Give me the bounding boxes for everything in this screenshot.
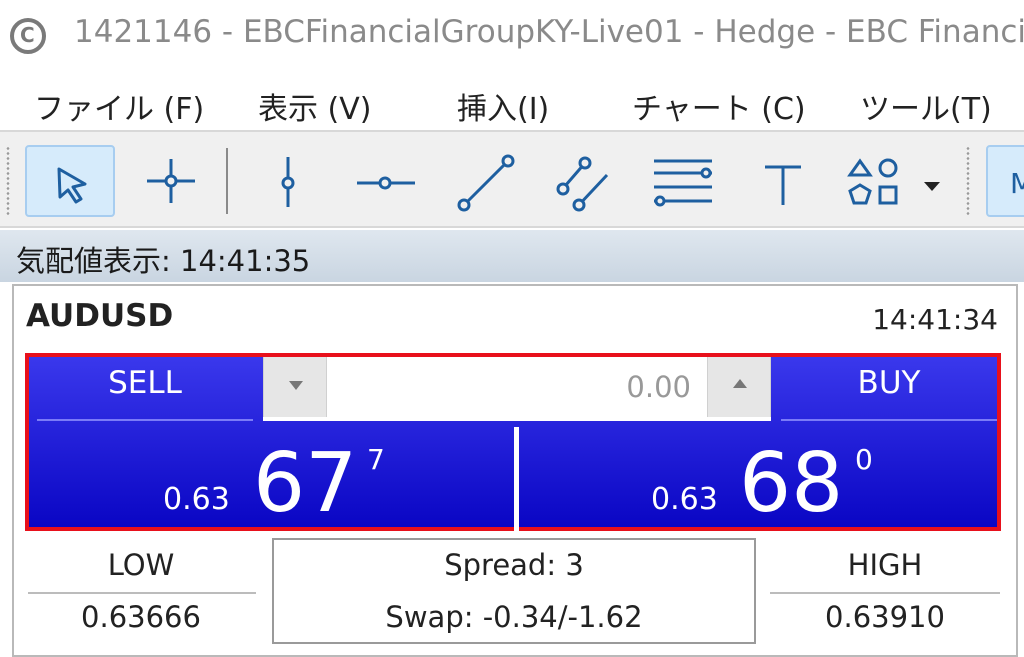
- menu-tools[interactable]: ツール(T): [860, 84, 992, 128]
- price-divider: [514, 427, 519, 531]
- crosshair-tool-button[interactable]: [127, 145, 217, 217]
- spread-box: Spread: 3 Swap: -0.34/-1.62: [272, 538, 756, 644]
- horizontal-line-icon: [357, 176, 415, 190]
- text-icon: [765, 165, 801, 205]
- volume-control: [263, 357, 771, 421]
- market-watch-header: 気配値表示: 14:41:35: [0, 230, 1024, 282]
- menu-view[interactable]: 表示 (V): [258, 84, 371, 128]
- channel-tool-button[interactable]: [541, 145, 631, 217]
- sell-label: SELL: [108, 365, 182, 401]
- sell-button[interactable]: SELL: [35, 357, 255, 421]
- menu-file[interactable]: ファイル (F): [34, 84, 204, 128]
- menu-chart[interactable]: チャート (C): [632, 84, 806, 128]
- trend-line-tool-button[interactable]: [442, 145, 532, 217]
- buy-price-fractional: 0: [855, 443, 873, 476]
- fibonacci-lines-icon: [654, 159, 712, 207]
- buy-price[interactable]: 0.63 68 0: [521, 427, 997, 527]
- extra-toolbar-label: M: [1010, 167, 1024, 200]
- menu-insert[interactable]: 挿入(I): [457, 84, 549, 128]
- buy-label: BUY: [857, 365, 921, 401]
- cursor-tool-button[interactable]: [25, 145, 115, 217]
- sell-price-fractional: 7: [367, 443, 385, 476]
- trend-line-icon: [457, 154, 515, 212]
- window-title: 1421146 - EBCFinancialGroupKY-Live01 - H…: [74, 14, 1024, 50]
- volume-decrease-button[interactable]: [263, 357, 327, 417]
- equidistant-channel-icon: [556, 156, 609, 212]
- buy-price-big: 68: [739, 436, 844, 531]
- toolbar-grip[interactable]: [6, 146, 10, 216]
- vertical-line-icon: [281, 157, 295, 207]
- swap-text: Swap: -0.34/-1.62: [385, 600, 643, 634]
- low-value: 0.63666: [81, 600, 201, 634]
- title-bar: 1421146 - EBCFinancialGroupKY-Live01 - H…: [0, 0, 1024, 78]
- sell-price[interactable]: 0.63 67 7: [35, 427, 515, 527]
- buy-underline: [781, 419, 997, 421]
- one-click-trading-panel: SELL BUY 0.63 67 7 0.63 68 0: [25, 353, 1001, 531]
- volume-increase-button[interactable]: [707, 357, 771, 417]
- app-logo-icon: [10, 18, 46, 54]
- quote-time: 14:41:34: [872, 303, 998, 336]
- high-value: 0.63910: [825, 600, 945, 634]
- toolbar-grip[interactable]: [966, 146, 970, 216]
- market-watch-time: 14:41:35: [180, 244, 311, 278]
- fibonacci-tool-button[interactable]: [640, 145, 730, 217]
- vertical-line-tool-button[interactable]: [244, 145, 334, 217]
- horizontal-line-tool-button[interactable]: [343, 145, 433, 217]
- chevron-down-icon: [289, 381, 303, 390]
- extra-toolbar-button[interactable]: M: [986, 145, 1024, 217]
- buy-price-prefix: 0.63: [651, 482, 718, 517]
- symbol-name: AUDUSD: [26, 298, 174, 334]
- low-label: LOW: [107, 548, 175, 582]
- cursor-arrow-icon: [57, 167, 87, 204]
- crosshair-icon: [147, 159, 195, 203]
- shapes-icon: [847, 158, 940, 205]
- market-watch-title: 気配値表示: 14:41:35: [16, 238, 310, 280]
- drawing-toolbar: M: [0, 130, 1024, 228]
- shapes-tool-button[interactable]: [838, 145, 948, 217]
- chevron-up-icon: [733, 379, 747, 388]
- sell-price-prefix: 0.63: [163, 482, 230, 517]
- text-tool-button[interactable]: [739, 145, 829, 217]
- market-watch-label: 気配値表示:: [16, 244, 171, 278]
- menu-bar: ファイル (F) 表示 (V) 挿入(I) チャート (C) ツール(T): [0, 78, 1024, 128]
- low-divider: [28, 592, 256, 594]
- buy-button[interactable]: BUY: [779, 357, 999, 421]
- high-divider: [770, 592, 1000, 594]
- toolbar-separator: [226, 148, 228, 214]
- high-label: HIGH: [847, 548, 923, 582]
- sell-underline: [37, 419, 253, 421]
- spread-text: Spread: 3: [444, 548, 584, 582]
- volume-input[interactable]: [327, 357, 705, 417]
- sell-price-big: 67: [253, 436, 358, 531]
